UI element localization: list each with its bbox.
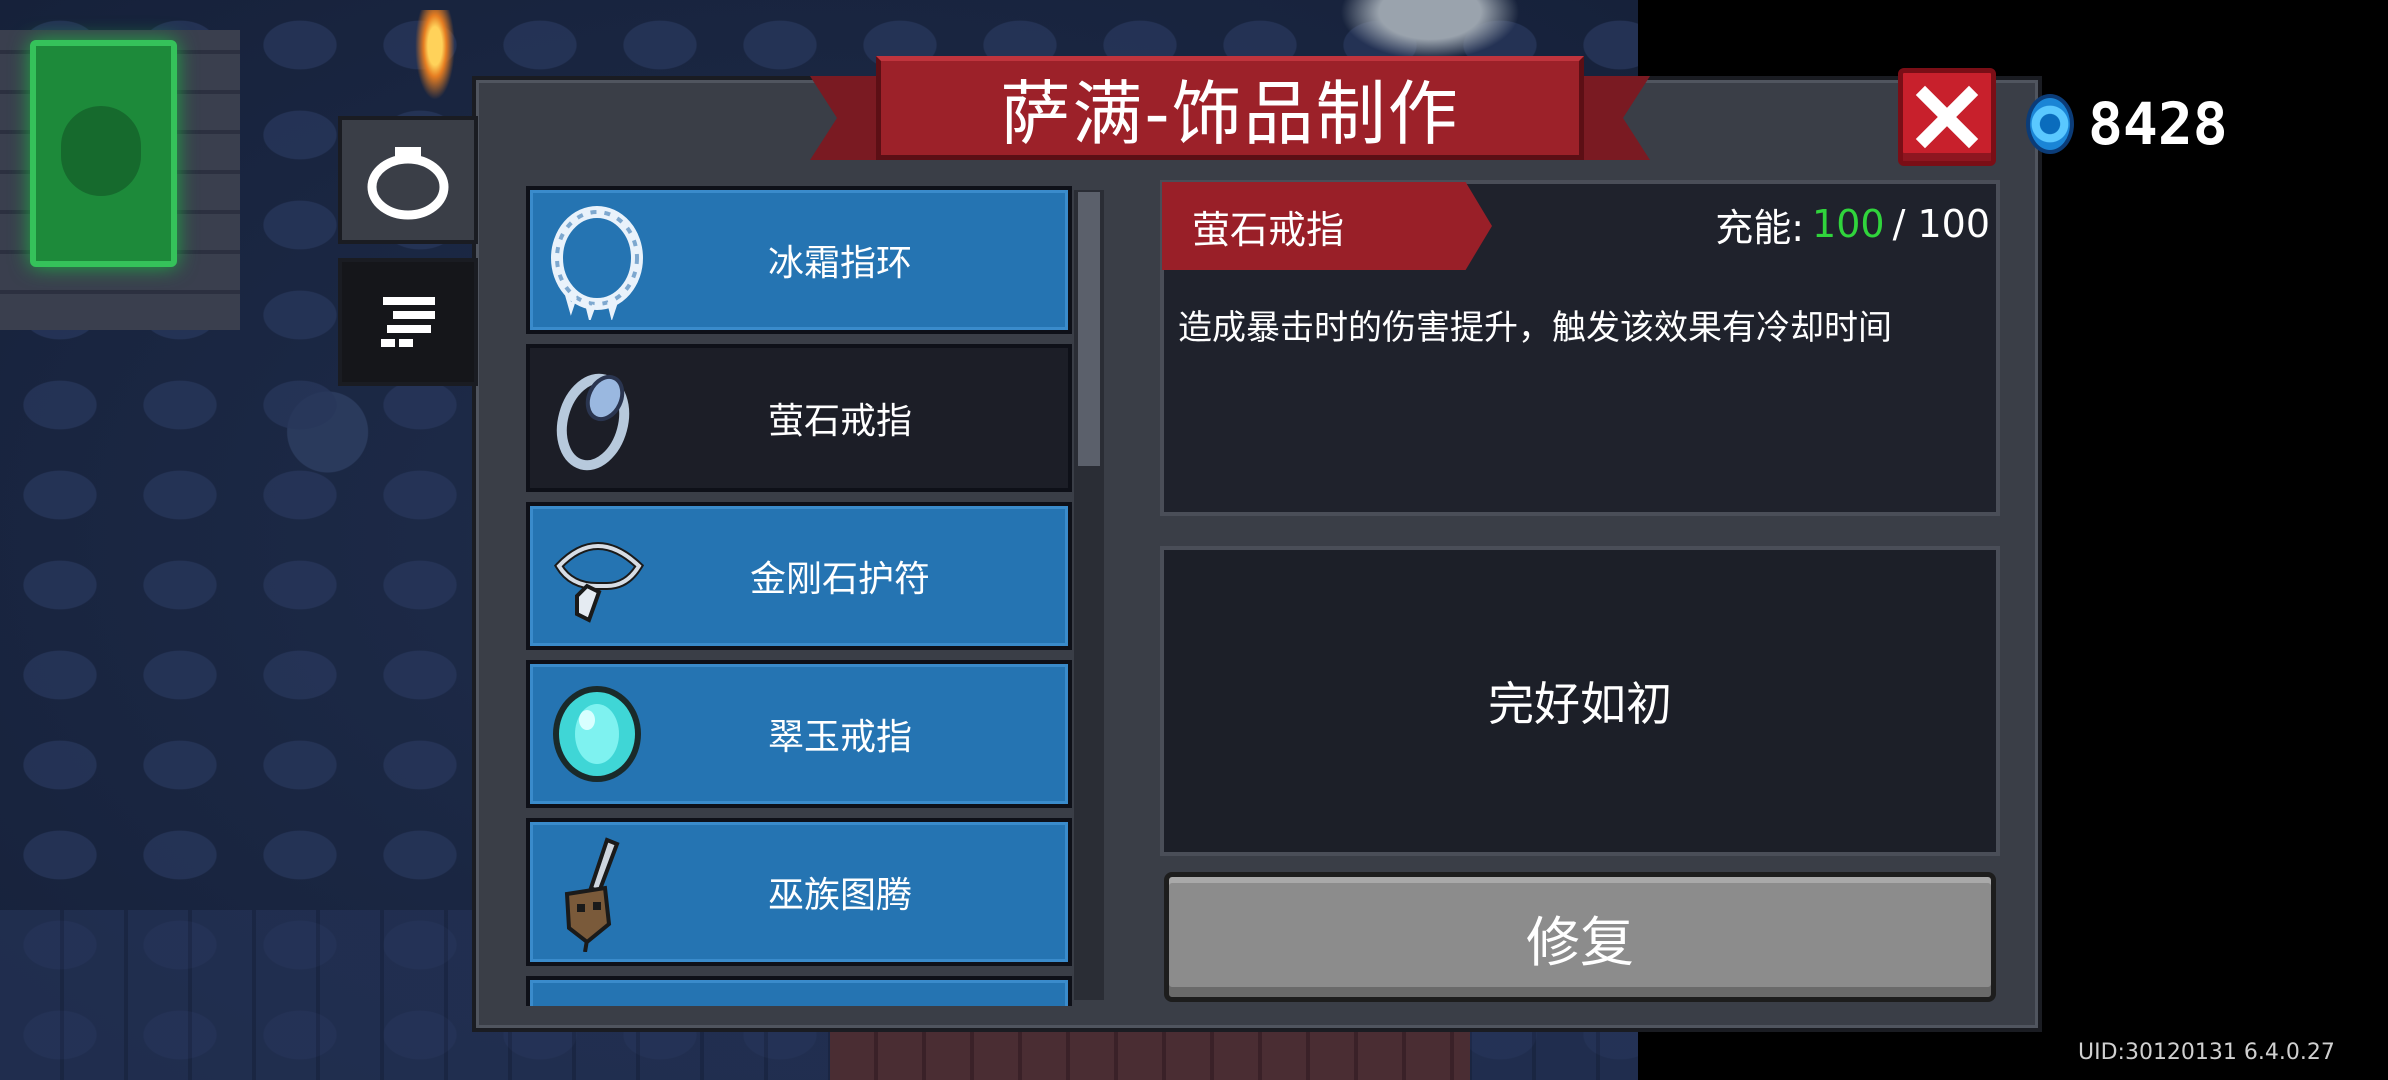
- fluorite-ring-icon: [542, 353, 652, 483]
- item-name: 萤石戒指: [1192, 207, 1345, 252]
- status-text: 完好如初: [1488, 677, 1672, 731]
- tab-materials[interactable]: [338, 258, 478, 386]
- diamond-amulet-icon: [542, 511, 652, 641]
- item-list[interactable]: 冰霜指环 萤石戒指 金刚石护符 翠玉戒指 巫族图腾: [520, 186, 1120, 1006]
- tab-accessory[interactable]: [338, 116, 478, 244]
- currency-amount: 8428: [2088, 90, 2228, 158]
- item-name-tag: 萤石戒指: [1162, 182, 1492, 270]
- jade-ring-icon: [542, 669, 652, 799]
- wooden-floor: [830, 1030, 1470, 1080]
- item-label: 翠玉戒指: [767, 717, 912, 758]
- charge-display: 充能: 100 / 100: [1660, 196, 1990, 252]
- status-box: 完好如初: [1160, 546, 2000, 856]
- charge-label: 充能:: [1715, 205, 1805, 250]
- uid-version-label: UID:30120131 6.4.0.27: [2078, 1040, 2335, 1065]
- item-label: 冰霜指环: [767, 243, 912, 284]
- page-title: 萨满-饰品制作: [1000, 72, 1460, 155]
- charge-max: / 100: [1892, 202, 1990, 246]
- close-icon: [1915, 85, 1979, 149]
- statue: [1340, 0, 1520, 60]
- witch-totem-icon: [542, 827, 652, 957]
- list-item-witch-totem[interactable]: 巫族图腾: [526, 818, 1072, 966]
- title-banner: 萨满-饰品制作: [810, 52, 1650, 172]
- close-button[interactable]: [1898, 68, 1996, 166]
- item-label: 巫族图腾: [767, 875, 912, 916]
- list-item-partial[interactable]: [526, 976, 1072, 1006]
- list-item-diamond-amulet[interactable]: 金刚石护符: [526, 502, 1072, 650]
- filter-icon: [381, 297, 435, 347]
- list-item-jade-ring[interactable]: 翠玉戒指: [526, 660, 1072, 808]
- repair-button-label: 修复: [1526, 910, 1634, 974]
- green-portal: [30, 40, 177, 267]
- frost-ring-icon: [542, 195, 652, 325]
- item-label: 金刚石护符: [749, 559, 930, 600]
- repair-button[interactable]: 修复: [1164, 872, 1996, 1002]
- torch-icon: [415, 10, 455, 100]
- banner-band: 萨满-饰品制作: [876, 56, 1584, 160]
- charge-current: 100: [1812, 202, 1885, 246]
- currency-display: 8428: [2026, 90, 2228, 158]
- list-item-frost-ring[interactable]: 冰霜指环: [526, 186, 1072, 334]
- item-label: 萤石戒指: [767, 401, 912, 442]
- scrollbar-thumb[interactable]: [1078, 192, 1100, 466]
- ring-icon: [367, 147, 449, 220]
- item-description: 造成暴击时的伤害提升，触发该效果有冷却时间: [1178, 308, 1892, 348]
- blue-gem-icon: [2026, 94, 2074, 154]
- list-item-fluorite-ring[interactable]: 萤石戒指: [526, 344, 1072, 492]
